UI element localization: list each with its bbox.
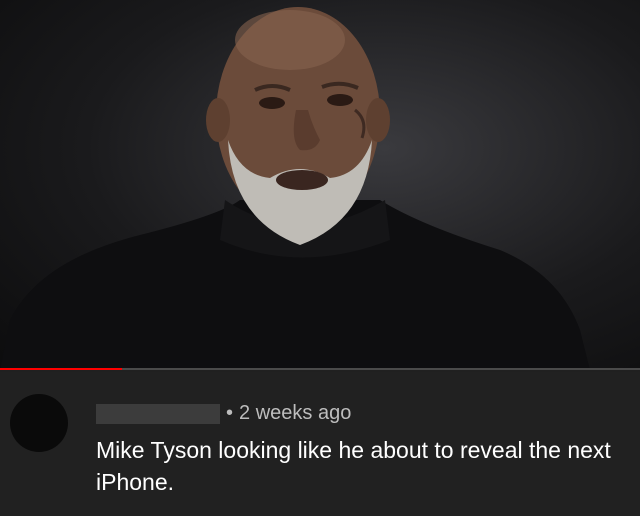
person-eye-left: [259, 97, 285, 109]
avatar[interactable]: [10, 394, 68, 452]
comment-meta: • 2 weeks ago: [96, 402, 351, 425]
person-eye-right: [327, 94, 353, 106]
comment-timestamp: 2 weeks ago: [239, 402, 352, 424]
video-progress-fill: [0, 368, 122, 370]
video-progress-bar[interactable]: [0, 368, 640, 370]
person-ear-left: [206, 98, 230, 142]
meta-separator: •: [226, 402, 234, 424]
comment-text: Mike Tyson looking like he about to reve…: [96, 437, 611, 495]
video-player[interactable]: [0, 0, 640, 370]
comment: • 2 weeks ago Mike Tyson looking like he…: [0, 372, 640, 516]
screenshot: • 2 weeks ago Mike Tyson looking like he…: [0, 0, 640, 516]
comment-username-redacted[interactable]: [96, 403, 220, 424]
video-frame: [0, 7, 590, 370]
person-ear-right: [366, 98, 390, 142]
